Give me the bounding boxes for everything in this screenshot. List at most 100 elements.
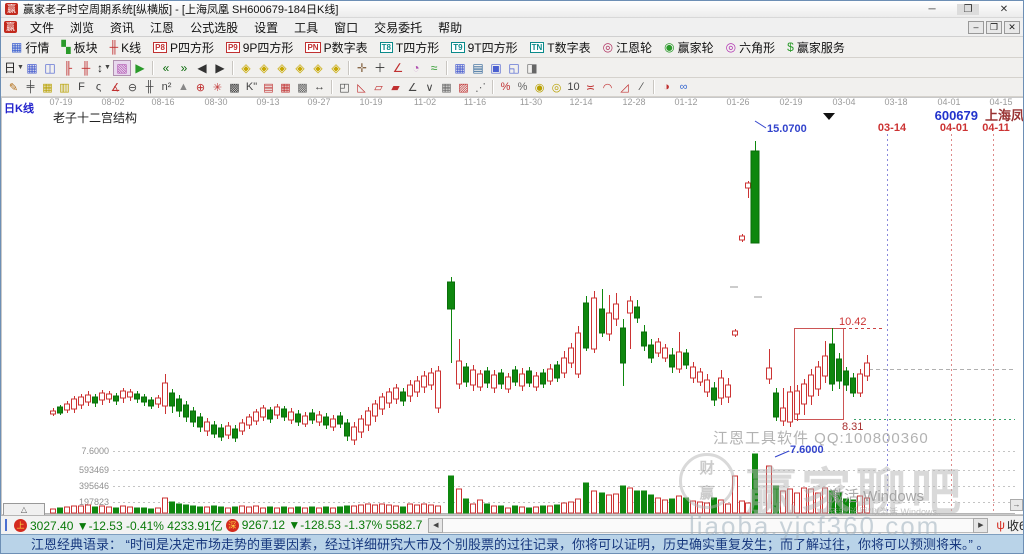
minimize-button[interactable]: ─ [921,4,943,15]
t-digit-button[interactable]: TNT数字表 [524,38,597,56]
sectors-button[interactable]: ▚板块 [55,38,103,56]
gold-ring2-icon[interactable]: ◎ [548,80,565,95]
star-burst-icon[interactable]: ✳ [209,80,226,95]
p9-square-button[interactable]: P99P四方形 [220,38,299,56]
gann-diamond-3-icon[interactable]: ◈ [273,60,291,76]
scroll-left-button[interactable]: ◀ [428,518,443,533]
volume-pane-expand-button[interactable]: → [1010,499,1023,511]
angle-ruler-icon[interactable]: ∡ [107,80,124,95]
diag-box-icon[interactable]: ▱ [370,80,387,95]
spiral-icon[interactable]: ς [90,80,107,95]
hexagon-button[interactable]: ◎六角形 [720,38,782,56]
menu-item-trade-order[interactable]: 交易委托 [366,19,430,36]
gann-diamond-2-icon[interactable]: ◈ [255,60,273,76]
menu-item-settings[interactable]: 设置 [246,19,286,36]
prev-bar-icon[interactable]: ◀ [193,60,211,76]
dot-grid-icon[interactable]: ▨ [455,80,472,95]
pct-rise-icon[interactable]: % [497,80,514,95]
n2-icon[interactable]: n² [158,80,175,95]
gann-diamond-5-icon[interactable]: ◈ [309,60,327,76]
f-level-icon[interactable]: F [73,80,90,95]
window-layout-icon[interactable]: ▦ [23,60,41,76]
menu-item-tools[interactable]: 工具 [286,19,326,36]
level-tool-icon[interactable]: ≍ [582,80,599,95]
red-ladder-icon[interactable]: ▤ [260,80,277,95]
calendar-icon[interactable]: ▦ [451,60,469,76]
k-quote-icon[interactable]: K" [243,80,260,95]
angle-line-icon[interactable]: ∠ [404,80,421,95]
parallel-diag-icon[interactable]: ⋰ [472,80,489,95]
gann-diamond-1-icon[interactable]: ◈ [237,60,255,76]
kline-button[interactable]: ╫K线 [104,38,148,56]
yin-yang-icon[interactable]: ◑ [658,80,675,95]
hatch-ruler-icon[interactable]: ╪ [22,80,39,95]
scroll-track[interactable] [443,518,973,533]
vertical-scale-icon[interactable]: ↕▼ [95,60,113,76]
scroll-right-button[interactable]: ▶ [973,518,988,533]
dense-grid-icon[interactable]: ▦ [438,80,455,95]
golden-box-icon[interactable]: ▥ [56,80,73,95]
pct-fall-icon[interactable]: % [514,80,531,95]
menu-item-file[interactable]: 文件 [22,19,62,36]
triangle-ruler-icon[interactable]: ▲ [175,80,192,95]
target-icon[interactable]: ⊕ [192,80,209,95]
menu-item-browse[interactable]: 浏览 [62,19,102,36]
cycle-tool-icon[interactable]: ◔ [407,60,425,76]
first-bar-icon[interactable]: « [157,60,175,76]
menu-item-formula-pick[interactable]: 公式选股 [182,19,246,36]
drag-hand-icon[interactable]: ✛ [353,60,371,76]
period-day-selector[interactable]: 日▼ [5,60,23,76]
kline-compress-icon[interactable]: ╟ [59,60,77,76]
maximize-button[interactable]: ❐ [957,4,979,15]
mdi-restore-button[interactable]: ❐ [986,21,1002,34]
board-window-icon[interactable]: ◫ [41,60,59,76]
wedge-tool-icon[interactable]: ◿ [616,80,633,95]
p-square-button[interactable]: P8P四方形 [147,38,220,56]
next-bar-icon[interactable]: ▶ [211,60,229,76]
gann-wheel-button[interactable]: ◎江恩轮 [597,38,659,56]
crosshair-icon[interactable]: ＋ [371,60,389,76]
t9-square-button[interactable]: T99T四方形 [445,38,523,56]
data-transfer-icon[interactable]: ◨ [523,60,541,76]
ellipse-icon[interactable]: ⊖ [124,80,141,95]
ray-fan-icon[interactable]: ◺ [353,80,370,95]
quote-grid-icon[interactable] [5,519,7,531]
winner-service-button[interactable]: $赢家服务 [781,38,851,56]
quotes-button[interactable]: ▦行情 [5,38,55,56]
filled-diag-icon[interactable]: ▰ [387,80,404,95]
menu-item-help[interactable]: 帮助 [430,19,470,36]
close-button[interactable]: ✕ [993,4,1015,15]
gann-diamond-6-icon[interactable]: ◈ [327,60,345,76]
measure-angle-icon[interactable]: ∠ [389,60,407,76]
structure-mode-icon[interactable]: ▧ [113,60,131,76]
menu-item-gann[interactable]: 江恩 [142,19,182,36]
infinity-icon[interactable]: ∞ [675,80,692,95]
kline-expand-icon[interactable]: ╫ [77,60,95,76]
box-corner-icon[interactable]: ◰ [336,80,353,95]
mdi-minimize-button[interactable]: – [968,21,984,34]
pencil-tool-icon[interactable]: ✎ [5,80,22,95]
golden-grid-icon[interactable]: ▦ [39,80,56,95]
vee-line-icon[interactable]: ∨ [421,80,438,95]
red-fence-icon[interactable]: ▦ [277,80,294,95]
hspan-arrow-icon[interactable]: ↔ [311,80,328,95]
color-trend-icon[interactable]: ▶ [131,60,149,76]
bars-ruler-icon[interactable]: ╫ [141,80,158,95]
menu-item-news[interactable]: 资讯 [102,19,142,36]
screen-share-icon[interactable]: ◱ [505,60,523,76]
p-digit-button[interactable]: PNP数字表 [299,38,373,56]
menu-item-window[interactable]: 窗口 [326,19,366,36]
calculator-icon[interactable]: ▤ [469,60,487,76]
winner-wheel-button[interactable]: ◉赢家轮 [658,38,720,56]
gold-ring-icon[interactable]: ◉ [531,80,548,95]
arc-tool-icon[interactable]: ◠ [599,80,616,95]
mdi-close-button[interactable]: ✕ [1004,21,1020,34]
last-bar-icon[interactable]: » [175,60,193,76]
chart-hscrollbar[interactable]: ◀ ▶ [428,518,988,533]
wave-count-icon[interactable]: ≈ [425,60,443,76]
gann-diamond-4-icon[interactable]: ◈ [291,60,309,76]
grid-screen-icon[interactable]: ▩ [294,80,311,95]
boxed-x-icon[interactable]: ▩ [226,80,243,95]
slope-tool-icon[interactable]: ∕ [633,80,650,95]
ten-split-icon[interactable]: 10 [565,80,582,95]
